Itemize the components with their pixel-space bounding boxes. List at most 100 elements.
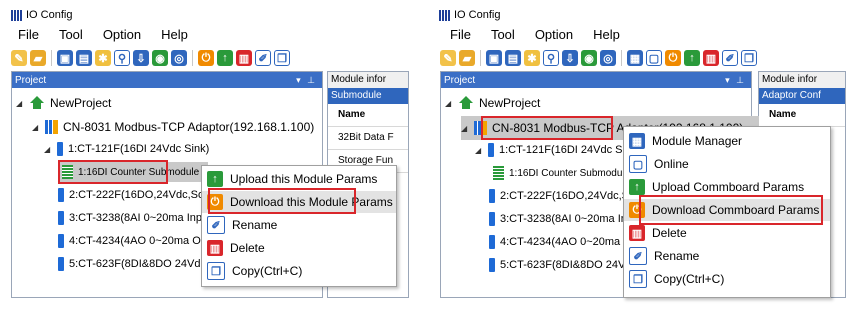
- menu-item-online[interactable]: ▢ Online: [624, 153, 830, 175]
- open-folder-icon[interactable]: ▰: [30, 50, 46, 66]
- tree-submodule-label: 1:16DI Counter Submodule: [509, 167, 631, 179]
- disconnect-icon[interactable]: ◎: [171, 50, 187, 66]
- upload-icon[interactable]: ↑: [684, 50, 700, 66]
- expand-arrow-icon[interactable]: ◢: [461, 124, 469, 133]
- menu-item-copy[interactable]: ❐ Copy(Ctrl+C): [624, 268, 830, 290]
- menu-item-delete[interactable]: ▥ Delete: [624, 222, 830, 244]
- copy-icon: ❐: [207, 262, 225, 280]
- rename-icon[interactable]: ✐: [255, 50, 271, 66]
- module-manager-icon[interactable]: ▦: [627, 50, 643, 66]
- online-icon: ▢: [629, 155, 647, 173]
- tree-module[interactable]: 3:CT-3238(8AI 0~20ma Inpu: [58, 209, 208, 227]
- delete-icon[interactable]: ▥: [236, 50, 252, 66]
- save-icon[interactable]: ▣: [486, 50, 502, 66]
- context-menu: ↑ Upload this Module Params ⏻ Download t…: [201, 165, 397, 287]
- tree-module[interactable]: 2:CT-222F(16DO,24Vdc,Sou: [489, 187, 641, 205]
- tree-module-label: 1:CT-121F(16DI 24Vdc Sink): [68, 143, 210, 155]
- toolbar: ✎ ▰ ▣ ▤ ✱ ⚲ ⇩ ◉ ◎ ▦ ▢ ⏻ ↑ ▥ ✐ ❐: [440, 48, 757, 68]
- upload-icon: ↑: [207, 171, 223, 187]
- expand-arrow-icon[interactable]: ◢: [475, 146, 483, 155]
- online-icon[interactable]: ▢: [646, 50, 662, 66]
- module-icon: [58, 211, 64, 225]
- upload-icon[interactable]: ↑: [217, 50, 233, 66]
- tree-module-label: 5:CT-623F(8DI&8DO 24Vdc: [69, 258, 206, 270]
- panel-pin-icon[interactable]: ▾ ⊥: [296, 75, 317, 86]
- tree-module[interactable]: 3:CT-3238(8AI 0~20ma Inpu: [489, 210, 639, 228]
- highlight-box: [481, 116, 613, 140]
- menu-help[interactable]: Help: [161, 27, 188, 45]
- settings-gear-icon[interactable]: ✱: [524, 50, 540, 66]
- menu-tool[interactable]: Tool: [59, 27, 83, 45]
- menu-item-rename[interactable]: ✐ Rename: [624, 245, 830, 267]
- tree-module[interactable]: 5:CT-623F(8DI&8DO 24Vdc: [58, 255, 206, 273]
- project-panel-header: Project ▾ ⊥: [441, 72, 751, 88]
- menu-tool[interactable]: Tool: [491, 27, 515, 45]
- tree-module[interactable]: 5:CT-623F(8DI&8DO 24Vdc: [489, 256, 637, 274]
- tree-submodule[interactable]: 1:16DI Counter Submodule: [493, 164, 630, 182]
- tree-root[interactable]: ◢ NewProject: [445, 94, 540, 112]
- tree-module-label: 3:CT-3238(8AI 0~20ma Inpu: [69, 212, 209, 224]
- tree-root[interactable]: ◢ NewProject: [16, 94, 111, 112]
- toolbar-separator: [192, 50, 193, 66]
- module-icon: [58, 257, 64, 271]
- app-title: IO Config: [26, 9, 73, 21]
- connect-icon[interactable]: ◉: [581, 50, 597, 66]
- download-icon[interactable]: ⏻: [665, 50, 681, 66]
- tree-adaptor[interactable]: ◢ CN-8031 Modbus-TCP Adaptor(192.168.1.1…: [32, 118, 314, 136]
- project-panel-title: Project: [444, 74, 476, 86]
- menu-option[interactable]: Option: [103, 27, 141, 45]
- delete-icon[interactable]: ▥: [703, 50, 719, 66]
- module-icon: [58, 188, 64, 202]
- search-icon[interactable]: ⚲: [114, 50, 130, 66]
- title-bar: IO Config: [439, 8, 500, 22]
- toolbar-separator: [621, 50, 622, 66]
- menu-help[interactable]: Help: [593, 27, 620, 45]
- menu-item-copy[interactable]: ❐ Copy(Ctrl+C): [202, 260, 396, 282]
- tree-module[interactable]: ◢ 1:CT-121F(16DI 24Vdc Sink: [475, 141, 637, 159]
- save-as-icon[interactable]: ▤: [505, 50, 521, 66]
- scan-icon[interactable]: ⇩: [133, 50, 149, 66]
- expand-arrow-icon[interactable]: ◢: [44, 145, 52, 154]
- module-manager-icon: ▦: [629, 133, 645, 149]
- new-project-icon[interactable]: ✎: [11, 50, 27, 66]
- open-folder-icon[interactable]: ▰: [459, 50, 475, 66]
- scan-icon[interactable]: ⇩: [562, 50, 578, 66]
- expand-arrow-icon[interactable]: ◢: [16, 99, 24, 108]
- menu-item-upload-module-params[interactable]: ↑ Upload this Module Params: [202, 168, 396, 190]
- module-info-title: Module infor: [328, 72, 408, 88]
- tree-module[interactable]: 4:CT-4234(4AO 0~20ma Ou: [489, 233, 638, 251]
- panel-pin-icon[interactable]: ▾ ⊥: [725, 75, 746, 86]
- settings-gear-icon[interactable]: ✱: [95, 50, 111, 66]
- rename-icon[interactable]: ✐: [722, 50, 738, 66]
- tree-module[interactable]: 2:CT-222F(16DO,24Vdc,Sou: [58, 186, 210, 204]
- tree-module-label: 2:CT-222F(16DO,24Vdc,Sou: [69, 189, 211, 201]
- highlight-box: [208, 188, 356, 214]
- copy-icon[interactable]: ❐: [741, 50, 757, 66]
- menu-item-label: Delete: [230, 241, 265, 255]
- menu-item-rename[interactable]: ✐ Rename: [202, 214, 396, 236]
- save-as-icon[interactable]: ▤: [76, 50, 92, 66]
- menu-item-module-manager[interactable]: ▦ Module Manager: [624, 130, 830, 152]
- menu-file[interactable]: File: [450, 27, 471, 45]
- menu-option[interactable]: Option: [535, 27, 573, 45]
- expand-arrow-icon[interactable]: ◢: [445, 99, 453, 108]
- copy-icon[interactable]: ❐: [274, 50, 290, 66]
- connect-icon[interactable]: ◉: [152, 50, 168, 66]
- module-icon: [488, 143, 494, 157]
- tree-module[interactable]: 4:CT-4234(4AO 0~20ma Ou: [58, 232, 207, 250]
- toolbar-separator: [480, 50, 481, 66]
- menu-file[interactable]: File: [18, 27, 39, 45]
- home-icon: [458, 96, 474, 110]
- menu-item-label: Online: [654, 157, 689, 171]
- menu-item-delete[interactable]: ▥ Delete: [202, 237, 396, 259]
- new-project-icon[interactable]: ✎: [440, 50, 456, 66]
- download-icon[interactable]: ⏻: [198, 50, 214, 66]
- search-icon[interactable]: ⚲: [543, 50, 559, 66]
- tree-root-label: NewProject: [50, 96, 112, 110]
- module-icon: [58, 234, 64, 248]
- highlight-box: [58, 160, 168, 184]
- disconnect-icon[interactable]: ◎: [600, 50, 616, 66]
- save-icon[interactable]: ▣: [57, 50, 73, 66]
- expand-arrow-icon[interactable]: ◢: [32, 123, 40, 132]
- tree-module[interactable]: ◢ 1:CT-121F(16DI 24Vdc Sink): [44, 140, 209, 158]
